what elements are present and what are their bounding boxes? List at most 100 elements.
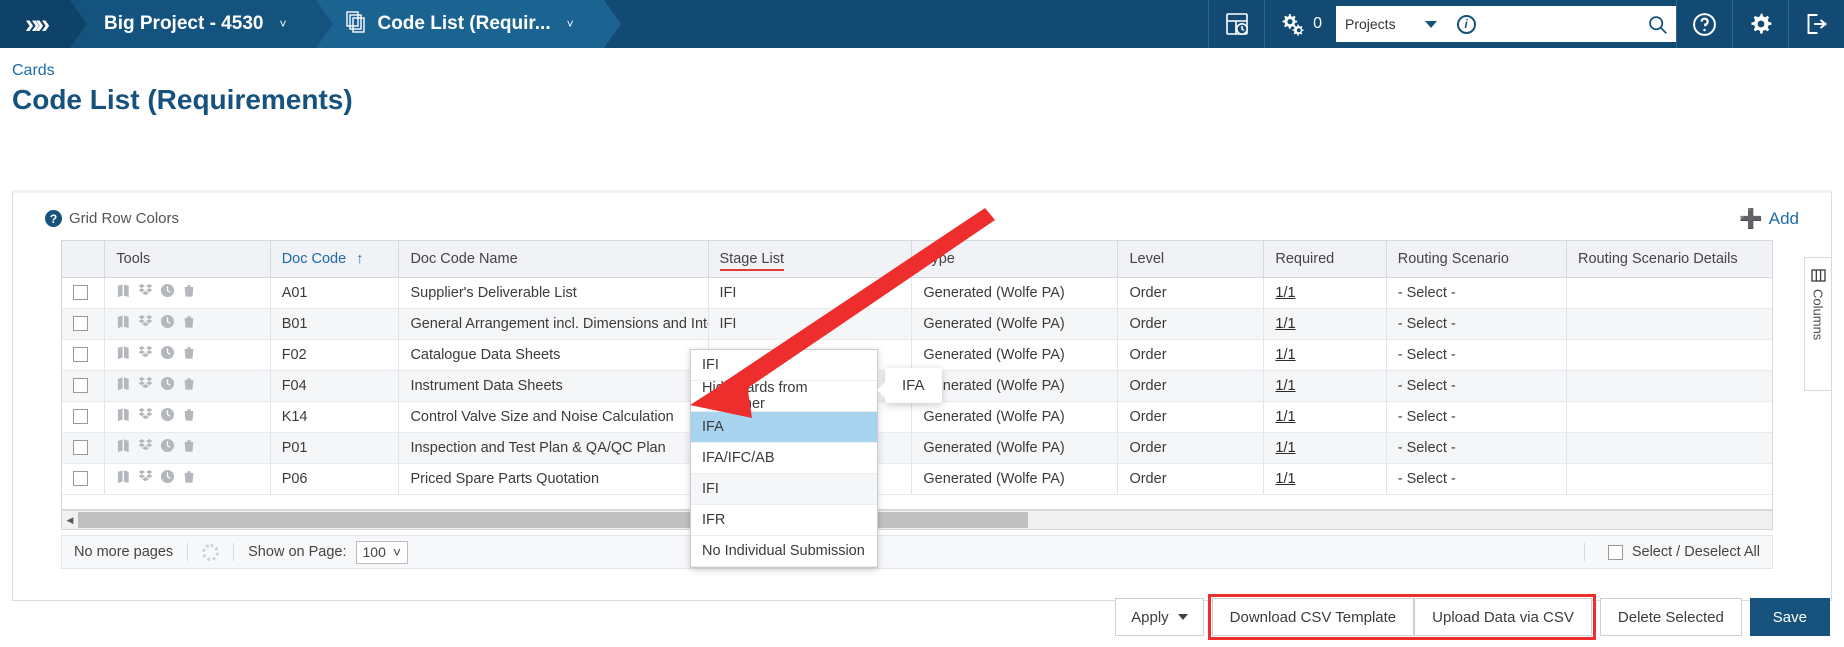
cell-stage-list[interactable]: IFI <box>708 277 913 309</box>
upload-data-via-csv-button[interactable]: Upload Data via CSV <box>1414 598 1592 636</box>
globe-clock-icon[interactable] <box>160 469 175 488</box>
table-header-level[interactable]: Level <box>1117 241 1265 278</box>
gears-status[interactable]: 0 <box>1264 0 1336 48</box>
trash-icon[interactable] <box>182 469 196 488</box>
refresh-spinner-icon[interactable] <box>202 543 220 561</box>
cell-required[interactable]: 1/1 <box>1263 463 1387 495</box>
cell-routing-scenario[interactable]: - Select - <box>1386 463 1568 495</box>
trash-icon[interactable] <box>182 376 196 395</box>
row-checkbox[interactable] <box>73 316 88 332</box>
row-tools[interactable] <box>116 376 258 395</box>
row-tools[interactable] <box>116 283 258 302</box>
add-button[interactable]: ➕ Add <box>1739 207 1799 231</box>
dropdown-option[interactable]: IFI <box>691 350 877 381</box>
help-button[interactable] <box>1676 0 1732 48</box>
trash-icon[interactable] <box>182 438 196 457</box>
required-link[interactable]: 1/1 <box>1275 347 1295 363</box>
dropbox-icon[interactable] <box>138 438 153 457</box>
download-csv-template-button[interactable]: Download CSV Template <box>1211 598 1415 636</box>
cell-routing-scenario[interactable]: - Select - <box>1386 308 1568 340</box>
row-tools[interactable] <box>116 407 258 426</box>
chevron-down-icon[interactable] <box>1425 20 1437 28</box>
cell-routing-scenario[interactable]: - Select - <box>1386 339 1568 371</box>
cell-routing-scenario-details[interactable] <box>1566 401 1772 433</box>
cell-routing-scenario[interactable]: - Select - <box>1386 277 1568 309</box>
stage-list-dropdown[interactable]: IFI Hide Cards from Customer IFA IFA/IFC/AB… <box>690 349 878 568</box>
dropdown-option[interactable]: IFI <box>691 474 877 505</box>
cell-routing-scenario[interactable]: - Select - <box>1386 370 1568 402</box>
row-select-cell[interactable] <box>62 308 106 340</box>
dropdown-option[interactable]: IFR <box>691 505 877 536</box>
table-header-stage-list[interactable]: Stage List <box>708 241 913 278</box>
globe-clock-icon[interactable] <box>160 438 175 457</box>
row-checkbox[interactable] <box>73 471 88 487</box>
columns-side-tab[interactable]: Columns <box>1804 257 1832 391</box>
app-logo[interactable]: »» <box>0 0 87 48</box>
dropbox-icon[interactable] <box>138 345 153 364</box>
required-link[interactable]: 1/1 <box>1275 440 1295 456</box>
trash-icon[interactable] <box>182 345 196 364</box>
row-tools[interactable] <box>116 438 258 457</box>
book-icon[interactable] <box>116 469 131 488</box>
cell-required[interactable]: 1/1 <box>1263 277 1387 309</box>
row-checkbox[interactable] <box>73 378 88 394</box>
trash-icon[interactable] <box>182 283 196 302</box>
required-link[interactable]: 1/1 <box>1275 378 1295 394</box>
trash-icon[interactable] <box>182 407 196 426</box>
cell-stage-list[interactable]: IFI <box>708 308 913 340</box>
row-checkbox[interactable] <box>73 440 88 456</box>
dropbox-icon[interactable] <box>138 376 153 395</box>
grid-row-colors[interactable]: ? Grid Row Colors <box>45 210 179 227</box>
dropbox-icon[interactable] <box>138 283 153 302</box>
search-input[interactable] <box>1486 6 1676 42</box>
cell-routing-scenario-details[interactable] <box>1566 463 1772 495</box>
table-header-checkbox[interactable] <box>62 241 106 278</box>
cell-required[interactable]: 1/1 <box>1263 401 1387 433</box>
dropdown-option[interactable]: No Individual Submission <box>691 536 877 567</box>
row-checkbox[interactable] <box>73 409 88 425</box>
breadcrumb-project[interactable]: Big Project - 4530 ˅ <box>70 0 334 48</box>
save-button[interactable]: Save <box>1749 598 1830 636</box>
trash-icon[interactable] <box>182 314 196 333</box>
required-link[interactable]: 1/1 <box>1275 471 1295 487</box>
cell-routing-scenario[interactable]: - Select - <box>1386 401 1568 433</box>
scroll-left-arrow[interactable]: ◀ <box>62 515 78 526</box>
dropdown-option[interactable]: IFA <box>691 412 877 443</box>
table-header-doc-code[interactable]: Doc Code ↑ <box>270 241 400 278</box>
table-row[interactable]: A01 Supplier's Deliverable List IFI Generat… <box>62 277 1772 309</box>
table-header-routing-scenario-details[interactable]: Routing Scenario Details <box>1566 241 1772 278</box>
book-icon[interactable] <box>116 376 131 395</box>
table-row[interactable]: K14 Control Valve Size and Noise Calculat… <box>62 401 1772 433</box>
cell-routing-scenario-details[interactable] <box>1566 432 1772 464</box>
row-select-cell[interactable] <box>62 463 106 495</box>
table-row[interactable]: F02Catalogue Data SheetsIFAGenerated (Wo… <box>62 339 1772 371</box>
row-tools[interactable] <box>116 314 258 333</box>
select-deselect-all-checkbox[interactable] <box>1607 544 1623 560</box>
row-checkbox[interactable] <box>73 285 88 301</box>
row-select-cell[interactable] <box>62 339 106 371</box>
table-header-type[interactable]: Type <box>911 241 1119 278</box>
table-row[interactable]: P06Priced Spare Parts QuotationIFI Genera… <box>62 463 1772 495</box>
book-icon[interactable] <box>116 345 131 364</box>
table-header-required[interactable]: Required <box>1263 241 1387 278</box>
book-icon[interactable] <box>116 407 131 426</box>
chevron-down-icon[interactable]: ˅ <box>567 17 574 31</box>
cell-required[interactable]: 1/1 <box>1263 432 1387 464</box>
breadcrumb[interactable]: Cards <box>12 62 55 80</box>
globe-clock-icon[interactable] <box>160 376 175 395</box>
cell-routing-scenario-details[interactable] <box>1566 277 1772 309</box>
table-row[interactable]: B01 General Arrangement incl. Dimensions … <box>62 308 1772 340</box>
globe-clock-icon[interactable] <box>160 283 175 302</box>
cell-routing-scenario-details[interactable] <box>1566 339 1772 371</box>
row-tools[interactable] <box>116 345 258 364</box>
dashboard-clock-icon[interactable] <box>1208 0 1264 48</box>
cell-routing-scenario[interactable]: - Select - <box>1386 432 1568 464</box>
scrollbar-thumb[interactable] <box>78 512 1028 528</box>
show-on-page-select[interactable]: 100 ˅ <box>355 540 409 564</box>
table-header-doc-code-name[interactable]: Doc Code Name <box>398 241 709 278</box>
project-select[interactable]: Projects <box>1336 6 1446 42</box>
chevron-down-icon[interactable]: ˅ <box>279 17 286 31</box>
required-link[interactable]: 1/1 <box>1275 285 1295 301</box>
table-header-tools[interactable]: Tools <box>104 241 271 278</box>
dropdown-option[interactable]: Hide Cards from Customer <box>691 380 877 412</box>
